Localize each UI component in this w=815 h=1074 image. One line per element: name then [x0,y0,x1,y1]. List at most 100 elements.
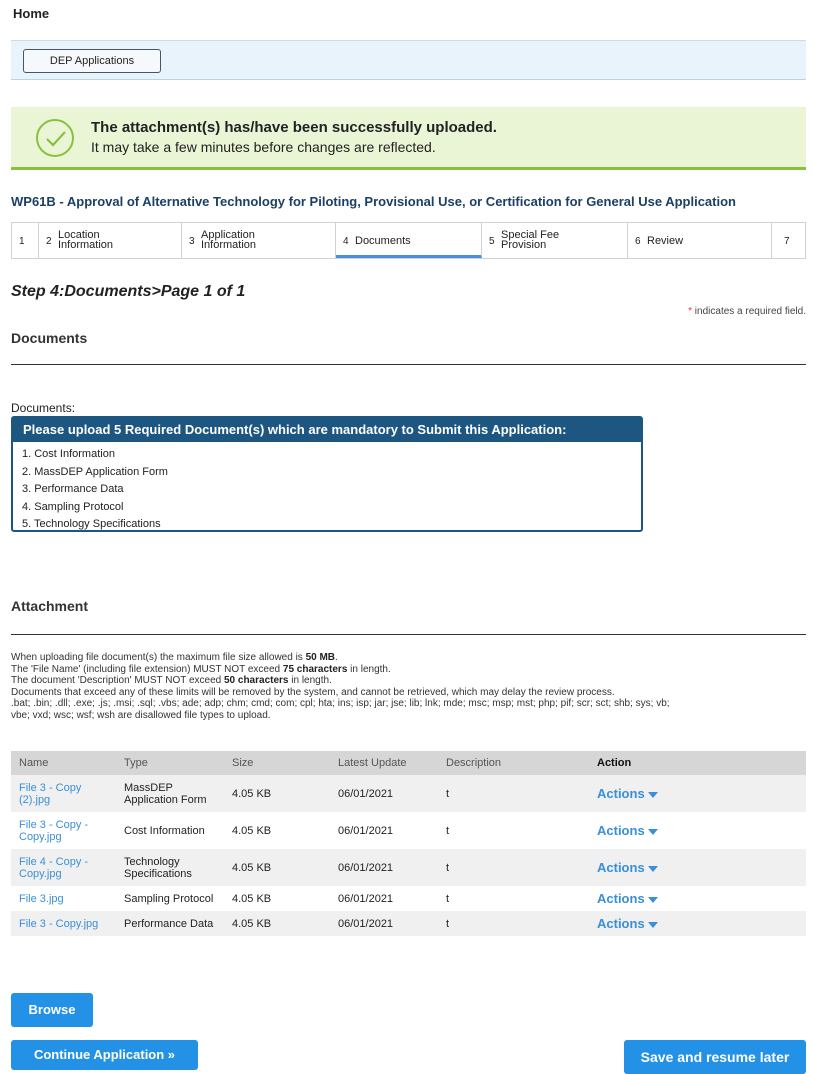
file-name-link[interactable]: File 3 - Copy (2).jpg [11,775,116,812]
file-name-link[interactable]: File 3.jpg [11,886,116,911]
success-title: The attachment(s) has/have been successf… [91,119,497,136]
dep-applications-button[interactable]: DEP Applications [23,49,161,73]
file-updated: 06/01/2021 [330,775,438,812]
table-row: File 3 - Copy.jpg Performance Data 4.05 … [11,911,806,936]
documents-label: Documents: [11,401,76,415]
table-row: File 3 - Copy (2).jpg MassDEP Applicatio… [11,775,806,812]
browse-button[interactable]: Browse [11,993,93,1027]
required-documents-header: Please upload 5 Required Document(s) whi… [13,418,641,442]
table-header-row: Name Type Size Latest Update Description… [11,751,806,775]
step-number: 2 [46,236,52,247]
nav-bar: DEP Applications [11,40,806,80]
limit-line: vbe; vxd; wsc; wsf; wsh are disallowed f… [11,709,271,721]
required-note-text: indicates a required field. [692,306,806,317]
step-6[interactable]: 6 Review [628,223,772,258]
actions-cell: Actions [589,812,806,849]
actions-cell: Actions [589,886,806,911]
caret-down-icon [647,896,658,903]
caret-down-icon [647,828,658,835]
step-number: 5 [489,236,495,247]
step-indicator: 1 2 Location Information 3 Application I… [11,222,806,259]
limit-line: The document 'Description' MUST NOT exce… [11,675,332,686]
caret-down-icon [647,865,658,872]
caret-down-icon [647,791,658,798]
file-name-link[interactable]: File 3 - Copy - Copy.jpg [11,812,116,849]
caret-down-icon [647,921,658,928]
required-documents-list: 1. Cost Information 2. MassDEP Applicati… [13,442,641,534]
file-description: t [438,775,589,812]
file-description: t [446,824,450,837]
column-header-action: Action [589,751,806,775]
column-header-name[interactable]: Name [11,751,116,775]
limit-line: Documents that exceed any of these limit… [11,686,615,698]
step-3[interactable]: 3 Application Information [182,223,336,258]
step-number: 1 [19,236,25,247]
step-label: Application Information [201,229,257,251]
step-number: 3 [189,236,195,247]
attachment-divider [11,634,806,635]
required-document-item: 5. Technology Specifications [22,518,161,530]
documents-section-title: Documents [11,330,88,346]
column-header-type[interactable]: Type [116,751,224,775]
column-header-size[interactable]: Size [224,751,330,775]
file-description: t [446,892,450,905]
actions-dropdown[interactable]: Actions [597,860,658,875]
documents-divider [11,364,806,365]
limit-line: When uploading file document(s) the maxi… [11,652,338,663]
limit-line: The 'File Name' (including file extensio… [11,663,391,675]
file-updated: 06/01/2021 [330,911,438,936]
step-label: Documents [355,235,411,247]
file-type: Performance Data [116,911,224,936]
step-7[interactable]: 7 [772,223,805,258]
home-title[interactable]: Home [13,6,49,21]
column-header-latest-update[interactable]: Latest Update [330,751,438,775]
file-updated: 06/01/2021 [330,849,438,886]
step-label: Review [647,235,684,247]
step-1[interactable]: 1 [12,223,39,258]
actions-dropdown[interactable]: Actions [597,786,658,801]
step-5[interactable]: 5 Special Fee Provision [482,223,628,258]
required-document-item: 2. MassDEP Application Form [22,465,168,478]
file-name-link[interactable]: File 3 - Copy.jpg [11,911,116,936]
upload-limits-text: When uploading file document(s) the maxi… [11,652,811,721]
step-number: 7 [784,236,790,247]
table-row: File 4 - Copy - Copy.jpg Technology Spec… [11,849,806,886]
table-row: File 3.jpg Sampling Protocol 4.05 KB 06/… [11,886,806,911]
file-size: 4.05 KB [232,824,272,837]
success-message: The attachment(s) has/have been successf… [11,107,806,170]
required-field-note: * indicates a required field. [688,306,806,317]
step-2[interactable]: 2 Location Information [39,223,182,258]
success-subtitle: It may take a few minutes before changes… [91,139,436,155]
file-type: Sampling Protocol [124,892,214,905]
step-number: 6 [635,236,641,247]
file-description: t [438,911,589,936]
actions-dropdown[interactable]: Actions [597,823,658,838]
file-type: Cost Information [124,824,205,837]
check-circle-icon [36,119,74,157]
actions-cell: Actions [589,775,806,812]
limit-line: .bat; .bin; .dll; .exe; .js; .msi; .sql;… [11,698,670,709]
required-documents-box: Please upload 5 Required Document(s) whi… [11,416,643,532]
attachments-table: Name Type Size Latest Update Description… [11,751,806,936]
file-size: 4.05 KB [224,911,330,936]
step-4[interactable]: 4 Documents [336,223,482,258]
required-document-item: 4. Sampling Protocol [22,500,124,513]
page-heading: WP61B - Approval of Alternative Technolo… [11,194,736,209]
file-name-link[interactable]: File 4 - Copy - Copy.jpg [11,849,116,886]
actions-cell: Actions [589,849,806,886]
file-type: MassDEP Application Form [116,775,224,812]
step-label: Location Information [58,229,114,251]
required-document-item: 1. Cost Information [22,448,115,460]
file-size: 4.05 KB [224,849,330,886]
actions-dropdown[interactable]: Actions [597,916,658,931]
continue-application-button[interactable]: Continue Application » [11,1040,198,1070]
required-document-item: 3. Performance Data [22,483,124,495]
column-header-description[interactable]: Description [438,751,589,775]
file-updated: 06/01/2021 [338,824,394,837]
table-row: File 3 - Copy - Copy.jpg Cost Informatio… [11,812,806,849]
actions-dropdown[interactable]: Actions [597,891,658,906]
attachment-section-title: Attachment [11,598,89,614]
step-number: 4 [343,236,349,247]
step-title: Step 4:Documents>Page 1 of 1 [11,283,246,300]
file-size: 4.05 KB [232,892,272,905]
